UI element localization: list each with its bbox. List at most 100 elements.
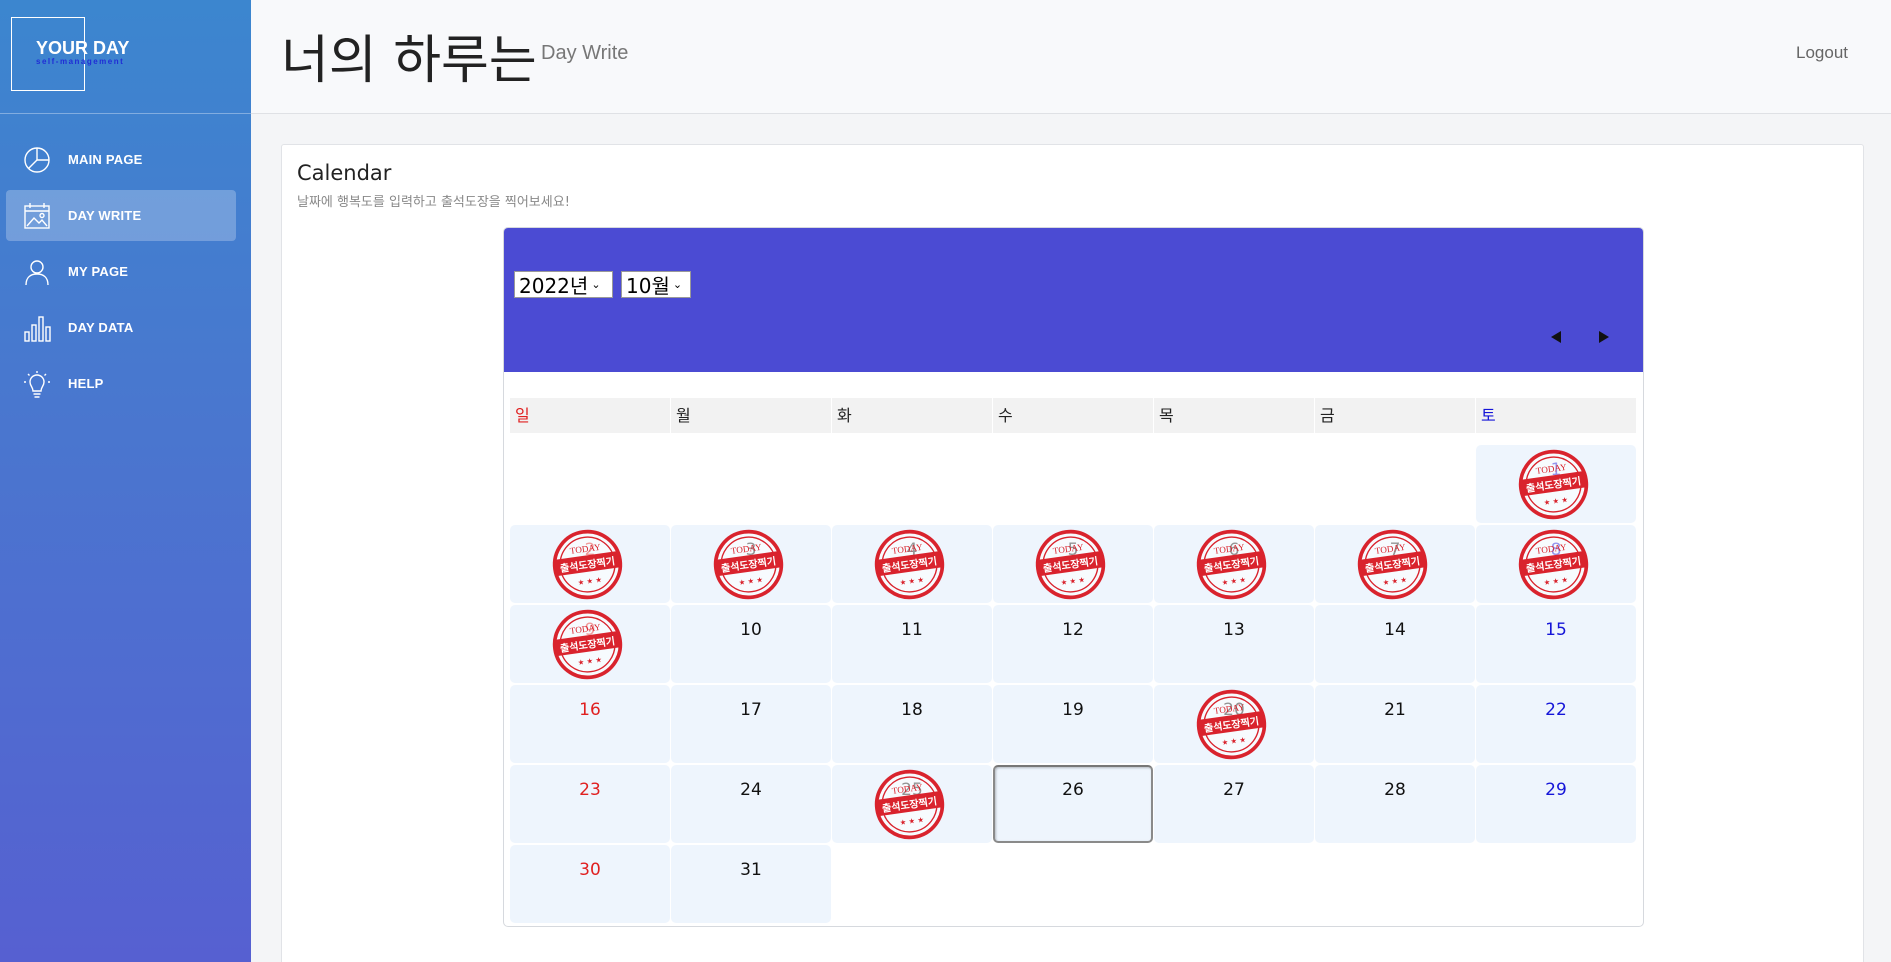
calendar-empty-cell (993, 845, 1153, 923)
calendar-day-cell[interactable]: 24 (671, 765, 831, 843)
calendar-day-cell[interactable]: 30 (510, 845, 670, 923)
attendance-stamp-icon: TODAY 출석도장찍기 ★ ★ ★ (546, 603, 628, 685)
day-number: 17 (740, 700, 762, 720)
prev-month-icon[interactable] (1551, 331, 1561, 343)
calendar-day-cell[interactable]: 9TODAY출석도장찍기★ ★ ★ (510, 605, 670, 683)
day-number: 15 (1545, 620, 1567, 640)
calendar-week-row: 16 17 18 19 20TODAY출석도장찍기★ ★ ★ 21 22 (510, 685, 1637, 763)
day-number: 28 (1384, 780, 1406, 800)
day-number: 11 (901, 620, 923, 640)
sidebar-item-day-write[interactable]: DAY WRITE (6, 190, 236, 241)
attendance-stamp-icon: TODAY 출석도장찍기 ★ ★ ★ (1190, 523, 1272, 605)
card-description: 날짜에 행복도를 입력하고 출석도장을 찍어보세요! (297, 195, 570, 210)
attendance-stamp-icon: TODAY 출석도장찍기 ★ ★ ★ (868, 523, 950, 605)
calendar-day-cell[interactable]: 22 (1476, 685, 1636, 763)
calendar-day-cell[interactable]: 27 (1154, 765, 1314, 843)
calendar-day-today[interactable]: 26 (993, 765, 1153, 843)
weekday-label: 화 (832, 398, 992, 433)
calendar-day-cell[interactable]: 1TODAY출석도장찍기★ ★ ★ (1476, 445, 1636, 523)
month-select-value: 10월 (626, 274, 670, 298)
day-number: 21 (1384, 700, 1406, 720)
calendar-header: 2022년 ⌄ 10월 ⌄ (504, 228, 1643, 372)
calendar-day-cell[interactable]: 3TODAY출석도장찍기★ ★ ★ (671, 525, 831, 603)
sidebar-nav: MAIN PAGE DAY WRITE MY PAGE DAY DATA HEL… (6, 134, 236, 414)
user-icon (22, 257, 52, 287)
chevron-down-icon: ⌄ (591, 278, 601, 291)
month-select[interactable]: 10월 ⌄ (621, 271, 691, 298)
lightbulb-icon (22, 369, 52, 399)
day-number: 26 (1062, 780, 1084, 800)
sidebar-item-label: HELP (68, 376, 104, 391)
calendar-day-cell[interactable]: 11 (832, 605, 992, 683)
logo-title[interactable]: YOUR DAY (36, 38, 129, 59)
calendar-day-cell[interactable]: 18 (832, 685, 992, 763)
calendar-day-cell[interactable]: 10 (671, 605, 831, 683)
calendar-day-cell[interactable]: 14 (1315, 605, 1475, 683)
weekday-label: 토 (1476, 398, 1636, 433)
calendar-day-cell[interactable]: 23 (510, 765, 670, 843)
day-number: 10 (740, 620, 762, 640)
calendar-card: Calendar 날짜에 행복도를 입력하고 출석도장을 찍어보세요! 2022… (281, 144, 1864, 962)
attendance-stamp-icon: TODAY 출석도장찍기 ★ ★ ★ (1190, 683, 1272, 765)
attendance-stamp-icon: TODAY 출석도장찍기 ★ ★ ★ (707, 523, 789, 605)
sidebar-item-day-data[interactable]: DAY DATA (6, 302, 236, 353)
weekday-label: 금 (1315, 398, 1475, 433)
calendar-empty-cell (1154, 445, 1314, 523)
day-number: 29 (1545, 780, 1567, 800)
sidebar-item-label: MAIN PAGE (68, 152, 143, 167)
year-select-value: 2022년 (519, 274, 589, 298)
calendar-day-cell[interactable]: 5TODAY출석도장찍기★ ★ ★ (993, 525, 1153, 603)
page-subtitle: Day Write (541, 42, 629, 64)
attendance-stamp-icon: TODAY 출석도장찍기 ★ ★ ★ (546, 523, 628, 605)
sidebar-item-label: MY PAGE (68, 264, 129, 279)
day-number: 30 (579, 860, 601, 880)
calendar-day-cell[interactable]: 28 (1315, 765, 1475, 843)
attendance-stamp-icon: TODAY 출석도장찍기 ★ ★ ★ (1351, 523, 1433, 605)
logout-link[interactable]: Logout (1796, 43, 1848, 63)
calendar-day-cell[interactable]: 20TODAY출석도장찍기★ ★ ★ (1154, 685, 1314, 763)
weekday-label: 월 (671, 398, 831, 433)
calendar-image-icon (22, 201, 52, 231)
calendar-empty-cell (1315, 845, 1475, 923)
sidebar-item-main-page[interactable]: MAIN PAGE (6, 134, 236, 185)
calendar-day-cell[interactable]: 21 (1315, 685, 1475, 763)
day-number: 23 (579, 780, 601, 800)
calendar: 2022년 ⌄ 10월 ⌄ 일 월 화 수 목 금 토 1TODAY출석도장찍기… (503, 227, 1644, 927)
calendar-day-cell[interactable]: 7TODAY출석도장찍기★ ★ ★ (1315, 525, 1475, 603)
weekday-label: 일 (510, 398, 670, 433)
next-month-icon[interactable] (1599, 331, 1609, 343)
page-title: 너의 하루는 (281, 31, 537, 91)
calendar-day-cell[interactable]: 8TODAY출석도장찍기★ ★ ★ (1476, 525, 1636, 603)
calendar-day-cell[interactable]: 12 (993, 605, 1153, 683)
calendar-empty-cell (1476, 845, 1636, 923)
calendar-week-row: 1TODAY출석도장찍기★ ★ ★ (510, 445, 1637, 523)
day-number: 19 (1062, 700, 1084, 720)
sidebar: YOUR DAY self-management MAIN PAGE DAY W… (0, 0, 251, 962)
day-number: 12 (1062, 620, 1084, 640)
year-select[interactable]: 2022년 ⌄ (514, 271, 613, 298)
calendar-day-cell[interactable]: 29 (1476, 765, 1636, 843)
attendance-stamp-icon: TODAY 출석도장찍기 ★ ★ ★ (1512, 443, 1594, 525)
day-number: 14 (1384, 620, 1406, 640)
calendar-day-cell[interactable]: 19 (993, 685, 1153, 763)
weekday-label: 목 (1154, 398, 1314, 433)
sidebar-item-my-page[interactable]: MY PAGE (6, 246, 236, 297)
calendar-day-cell[interactable]: 17 (671, 685, 831, 763)
logo-area: YOUR DAY self-management (0, 0, 251, 114)
calendar-day-cell[interactable]: 16 (510, 685, 670, 763)
sidebar-item-help[interactable]: HELP (6, 358, 236, 409)
calendar-week-row: 9TODAY출석도장찍기★ ★ ★ 10 11 12 13 14 15 (510, 605, 1637, 683)
calendar-day-cell[interactable]: 4TODAY출석도장찍기★ ★ ★ (832, 525, 992, 603)
logo-subtitle: self-management (36, 57, 125, 66)
calendar-day-cell[interactable]: 13 (1154, 605, 1314, 683)
calendar-body: 일 월 화 수 목 금 토 1TODAY출석도장찍기★ ★ ★2TODAY출석도… (510, 398, 1637, 923)
calendar-day-cell[interactable]: 15 (1476, 605, 1636, 683)
calendar-day-cell[interactable]: 31 (671, 845, 831, 923)
calendar-day-cell[interactable]: 2TODAY출석도장찍기★ ★ ★ (510, 525, 670, 603)
day-number: 18 (901, 700, 923, 720)
calendar-day-cell[interactable]: 25TODAY출석도장찍기★ ★ ★ (832, 765, 992, 843)
calendar-empty-cell (993, 445, 1153, 523)
attendance-stamp-icon: TODAY 출석도장찍기 ★ ★ ★ (1029, 523, 1111, 605)
calendar-empty-cell (510, 445, 670, 523)
calendar-day-cell[interactable]: 6TODAY출석도장찍기★ ★ ★ (1154, 525, 1314, 603)
